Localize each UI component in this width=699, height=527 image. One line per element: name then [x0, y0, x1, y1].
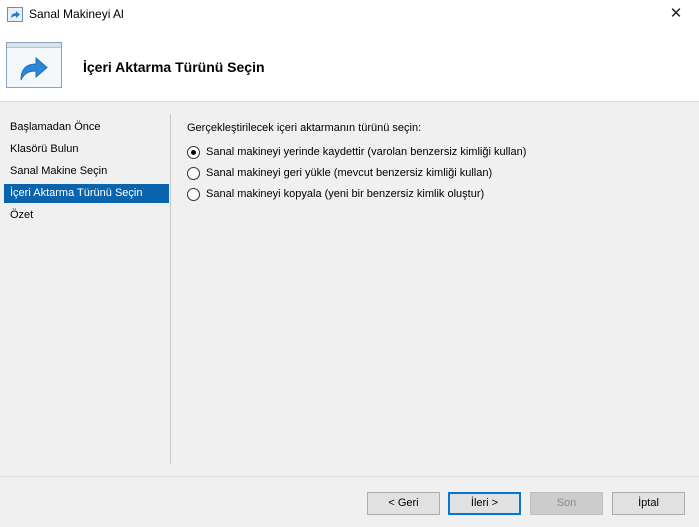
page-title: İçeri Aktarma Türünü Seçin — [83, 59, 265, 75]
import-wizard-window: Sanal Makineyi Al ✕ İçeri Aktarma Türünü… — [0, 0, 699, 527]
radio-label: Sanal makineyi kopyala (yeni bir benzers… — [206, 188, 485, 200]
wizard-header: İçeri Aktarma Türünü Seçin — [0, 30, 699, 102]
radio-restore[interactable]: Sanal makineyi geri yükle (mevcut benzer… — [187, 165, 492, 181]
title-bar: Sanal Makineyi Al ✕ — [0, 0, 699, 30]
window-title: Sanal Makineyi Al — [29, 7, 124, 21]
app-icon — [7, 7, 23, 22]
radio-label: Sanal makineyi yerinde kaydettir (varola… — [206, 146, 527, 158]
cancel-button[interactable]: İptal — [612, 492, 685, 515]
radio-button-checked[interactable] — [187, 145, 200, 159]
finish-button: Son — [530, 492, 603, 515]
footer-separator — [0, 476, 699, 477]
radio-button[interactable] — [187, 187, 200, 201]
radio-register-in-place[interactable]: Sanal makineyi yerinde kaydettir (varola… — [187, 144, 526, 160]
import-type-prompt: Gerçekleştirilecek içeri aktarmanın türü… — [187, 122, 422, 134]
nav-item-before-you-begin[interactable]: Başlamadan Önce — [4, 118, 169, 137]
nav-item-summary[interactable]: Özet — [4, 206, 169, 225]
nav-item-locate-folder[interactable]: Klasörü Bulun — [4, 140, 169, 159]
nav-item-choose-import-type[interactable]: İçeri Aktarma Türünü Seçin — [4, 184, 169, 203]
nav-item-select-virtual-machine[interactable]: Sanal Makine Seçin — [4, 162, 169, 181]
close-icon[interactable]: ✕ — [653, 0, 699, 30]
radio-label: Sanal makineyi geri yükle (mevcut benzer… — [206, 167, 493, 179]
back-button[interactable]: < Geri — [367, 492, 440, 515]
radio-button[interactable] — [187, 166, 200, 180]
main-content: Gerçekleştirilecek içeri aktarmanın türü… — [171, 114, 699, 464]
next-button[interactable]: İleri > — [448, 492, 521, 515]
radio-copy[interactable]: Sanal makineyi kopyala (yeni bir benzers… — [187, 186, 484, 202]
icon-window-bar — [7, 43, 61, 48]
import-arrow-icon — [6, 42, 62, 88]
wizard-steps-nav: Başlamadan Önce Klasörü Bulun Sanal Maki… — [0, 114, 170, 464]
